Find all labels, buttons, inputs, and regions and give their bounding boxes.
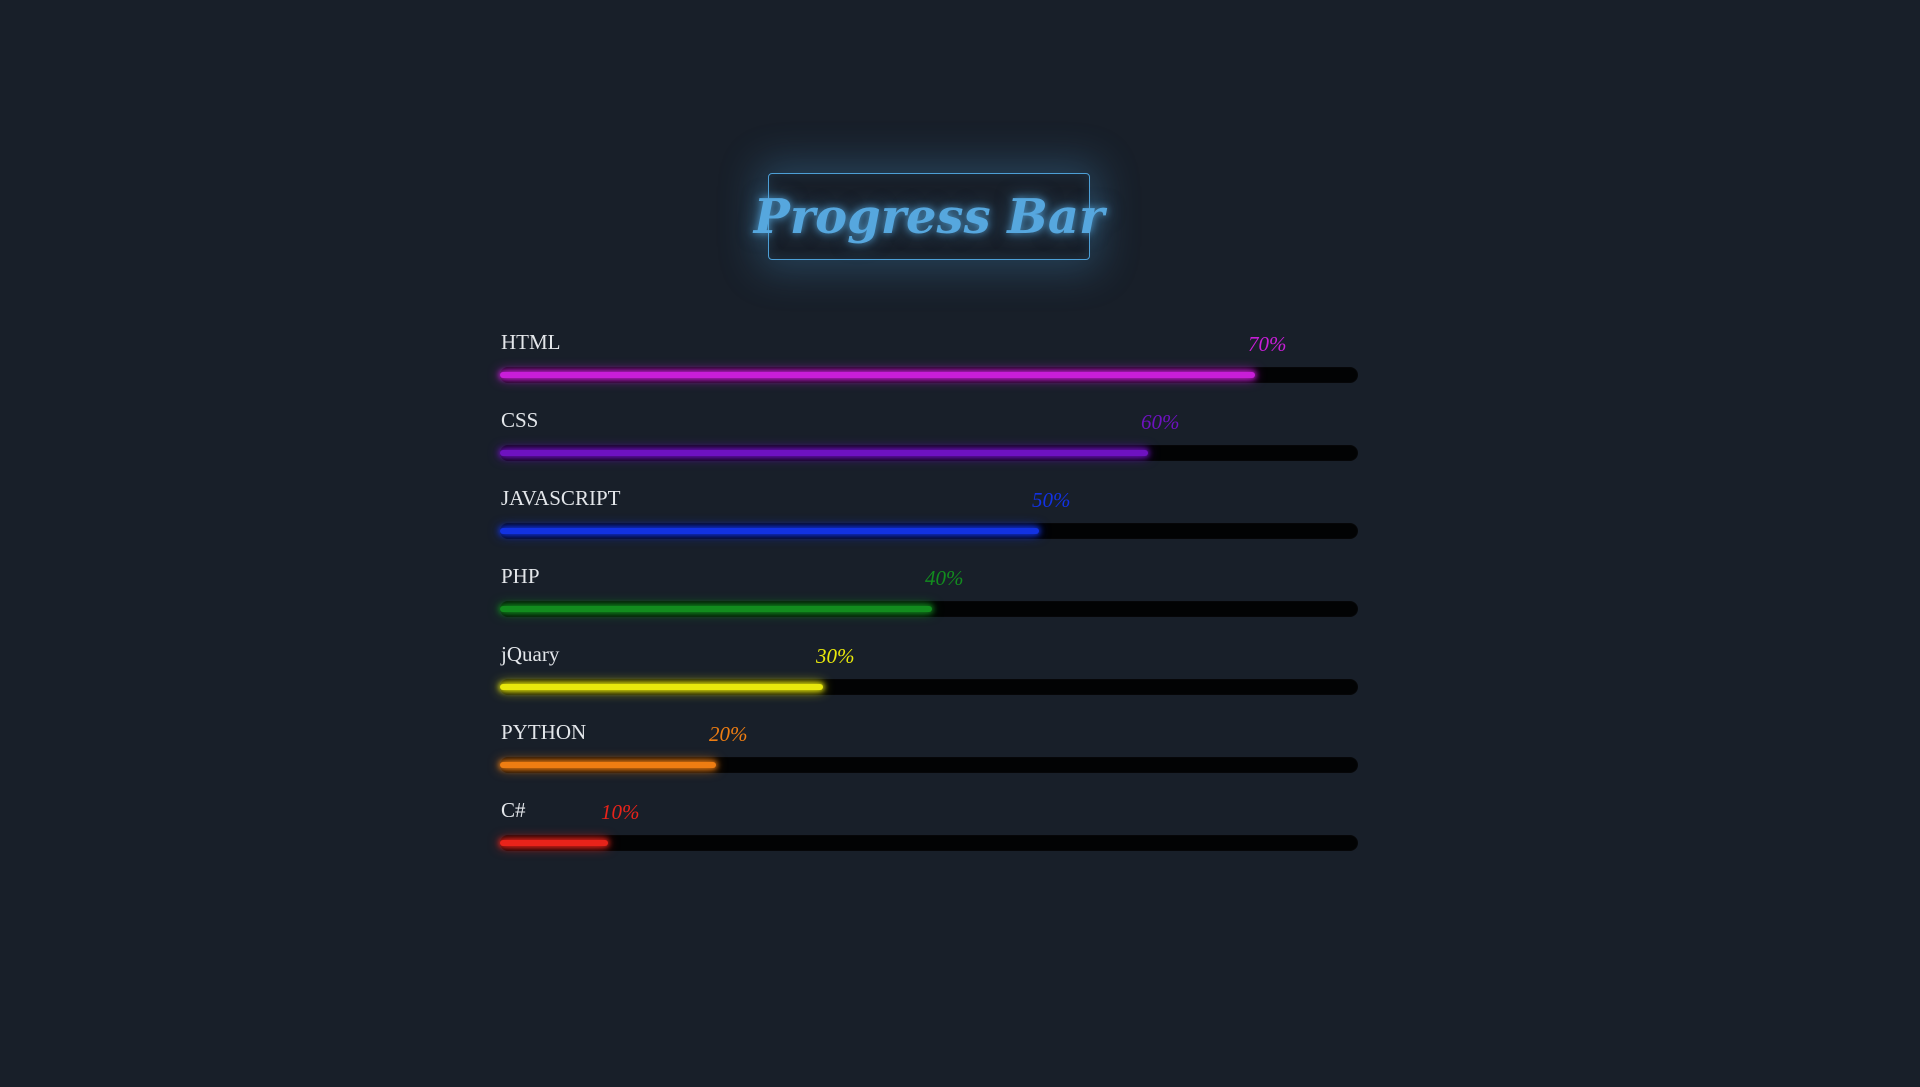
progress-track [500, 679, 1358, 695]
skill-percent: 30% [816, 644, 855, 668]
skill-item-css: CSS 60% [500, 407, 1358, 485]
skill-item-javascript: JAVASCRIPT 50% [500, 485, 1358, 563]
skill-label: CSS [501, 408, 539, 432]
progress-fill [500, 762, 716, 768]
progress-fill [500, 372, 1255, 378]
progress-track [500, 835, 1358, 851]
skill-percent: 70% [1248, 332, 1287, 356]
skill-label: JAVASCRIPT [501, 486, 621, 510]
title-box: Progress Bar [754, 173, 1104, 260]
progress-track [500, 445, 1358, 461]
progress-fill [500, 450, 1148, 456]
skill-label: C# [501, 798, 526, 822]
skill-percent: 50% [1032, 488, 1071, 512]
progress-fill [500, 606, 932, 612]
skill-percent: 40% [925, 566, 964, 590]
skill-item-python: PYTHON 20% [500, 719, 1358, 797]
skill-percent: 20% [709, 722, 748, 746]
skill-label: jQuary [501, 642, 560, 666]
skills-list: HTML 70% CSS 60% JAVASCRIPT 50% PHP 40% … [500, 329, 1358, 875]
skill-item-html: HTML 70% [500, 329, 1358, 407]
skill-item-csharp: C# 10% [500, 797, 1358, 875]
progress-fill [500, 528, 1039, 534]
progress-fill [500, 840, 608, 846]
skill-percent: 10% [601, 800, 640, 824]
skill-label: HTML [501, 330, 561, 354]
progress-track [500, 757, 1358, 773]
progress-fill [500, 684, 823, 690]
skill-item-php: PHP 40% [500, 563, 1358, 641]
progress-track [500, 601, 1358, 617]
skill-item-jquary: jQuary 30% [500, 641, 1358, 719]
skill-percent: 60% [1141, 410, 1180, 434]
progress-track [500, 523, 1358, 539]
progress-track [500, 367, 1358, 383]
page-title: Progress Bar [753, 188, 1105, 245]
skill-label: PYTHON [501, 720, 587, 744]
skill-label: PHP [501, 564, 540, 588]
